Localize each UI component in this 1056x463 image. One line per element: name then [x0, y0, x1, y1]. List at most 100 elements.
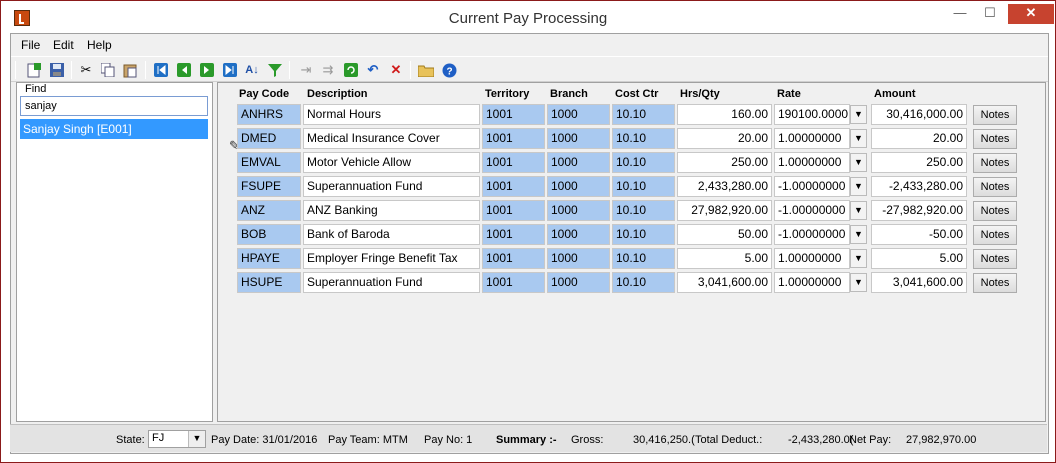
cost-ctr-cell[interactable]: 10.10 — [612, 176, 675, 197]
cost-ctr-cell[interactable]: 10.10 — [612, 104, 675, 125]
rate-dropdown-icon[interactable]: ▼ — [850, 249, 867, 268]
rate-dropdown-icon[interactable]: ▼ — [850, 105, 867, 124]
hrs-qty-cell[interactable]: 20.00 — [677, 128, 772, 149]
amount-cell[interactable]: -27,982,920.00 — [871, 200, 967, 221]
branch-cell[interactable]: 1000 — [547, 272, 610, 293]
amount-cell[interactable]: 250.00 — [871, 152, 967, 173]
save-icon[interactable] — [48, 61, 66, 79]
description-cell[interactable]: Superannuation Fund — [303, 176, 480, 197]
notes-button[interactable]: Notes — [973, 177, 1017, 197]
rate-dropdown-icon[interactable]: ▼ — [850, 177, 867, 196]
amount-cell[interactable]: 30,416,000.00 — [871, 104, 967, 125]
new-record-icon[interactable] — [25, 61, 43, 79]
pay-code-cell[interactable]: HPAYE — [237, 248, 301, 269]
employee-list-item[interactable]: Sanjay Singh [E001] — [20, 119, 208, 139]
amount-cell[interactable]: 5.00 — [871, 248, 967, 269]
first-record-icon[interactable] — [152, 61, 170, 79]
state-dropdown-icon[interactable]: ▼ — [188, 431, 205, 447]
pay-code-cell[interactable]: HSUPE — [237, 272, 301, 293]
col-hrs-qty[interactable]: Hrs/Qty — [680, 88, 720, 100]
territory-cell[interactable]: 1001 — [482, 104, 545, 125]
description-cell[interactable]: Motor Vehicle Allow — [303, 152, 480, 173]
insert-row-icon[interactable]: ⇥ — [297, 61, 315, 79]
territory-cell[interactable]: 1001 — [482, 200, 545, 221]
menu-edit[interactable]: Edit — [53, 38, 74, 52]
territory-cell[interactable]: 1001 — [482, 176, 545, 197]
col-pay-code[interactable]: Pay Code — [239, 88, 289, 100]
rate-dropdown-icon[interactable]: ▼ — [850, 153, 867, 172]
rate-cell[interactable]: -1.00000000 — [774, 176, 850, 197]
notes-button[interactable]: Notes — [973, 153, 1017, 173]
menu-help[interactable]: Help — [87, 38, 112, 52]
rate-dropdown-icon[interactable]: ▼ — [850, 273, 867, 292]
notes-button[interactable]: Notes — [973, 129, 1017, 149]
notes-button[interactable]: Notes — [973, 201, 1017, 221]
description-cell[interactable]: Employer Fringe Benefit Tax — [303, 248, 480, 269]
rate-dropdown-icon[interactable]: ▼ — [850, 129, 867, 148]
pay-code-cell[interactable]: DMED — [237, 128, 301, 149]
territory-cell[interactable]: 1001 — [482, 224, 545, 245]
help-icon[interactable]: ? — [440, 61, 458, 79]
amount-cell[interactable]: 20.00 — [871, 128, 967, 149]
rate-cell[interactable]: 1.00000000 — [774, 128, 850, 149]
hrs-qty-cell[interactable]: 2,433,280.00 — [677, 176, 772, 197]
branch-cell[interactable]: 1000 — [547, 104, 610, 125]
minimize-button[interactable]: — — [947, 4, 973, 24]
col-cost-ctr[interactable]: Cost Ctr — [615, 88, 658, 100]
branch-cell[interactable]: 1000 — [547, 176, 610, 197]
hrs-qty-cell[interactable]: 3,041,600.00 — [677, 272, 772, 293]
branch-cell[interactable]: 1000 — [547, 152, 610, 173]
pay-code-cell[interactable]: ANHRS — [237, 104, 301, 125]
rate-dropdown-icon[interactable]: ▼ — [850, 201, 867, 220]
pay-code-cell[interactable]: BOB — [237, 224, 301, 245]
close-button[interactable]: ✕ — [1008, 4, 1054, 24]
previous-record-icon[interactable] — [175, 61, 193, 79]
next-record-icon[interactable] — [198, 61, 216, 79]
hrs-qty-cell[interactable]: 160.00 — [677, 104, 772, 125]
col-amount[interactable]: Amount — [874, 88, 916, 100]
cost-ctr-cell[interactable]: 10.10 — [612, 128, 675, 149]
amount-cell[interactable]: -2,433,280.00 — [871, 176, 967, 197]
branch-cell[interactable]: 1000 — [547, 224, 610, 245]
rate-cell[interactable]: 1.00000000 — [774, 248, 850, 269]
rate-cell[interactable]: 190100.0000 — [774, 104, 850, 125]
description-cell[interactable]: Superannuation Fund — [303, 272, 480, 293]
rate-dropdown-icon[interactable]: ▼ — [850, 225, 867, 244]
find-input[interactable] — [20, 96, 208, 116]
rate-cell[interactable]: 1.00000000 — [774, 152, 850, 173]
copy-icon[interactable] — [99, 61, 117, 79]
cost-ctr-cell[interactable]: 10.10 — [612, 152, 675, 173]
description-cell[interactable]: Medical Insurance Cover — [303, 128, 480, 149]
hrs-qty-cell[interactable]: 250.00 — [677, 152, 772, 173]
col-branch[interactable]: Branch — [550, 88, 588, 100]
cost-ctr-cell[interactable]: 10.10 — [612, 200, 675, 221]
pay-code-cell[interactable]: ANZ — [237, 200, 301, 221]
branch-cell[interactable]: 1000 — [547, 248, 610, 269]
amount-cell[interactable]: -50.00 — [871, 224, 967, 245]
col-description[interactable]: Description — [307, 88, 368, 100]
cost-ctr-cell[interactable]: 10.10 — [612, 248, 675, 269]
maximize-button[interactable]: ☐ — [977, 4, 1003, 24]
notes-button[interactable]: Notes — [973, 225, 1017, 245]
notes-button[interactable]: Notes — [973, 273, 1017, 293]
filter-icon[interactable] — [266, 61, 284, 79]
col-rate[interactable]: Rate — [777, 88, 801, 100]
col-territory[interactable]: Territory — [485, 88, 529, 100]
open-folder-icon[interactable] — [417, 61, 435, 79]
cut-icon[interactable]: ✂ — [77, 61, 95, 79]
description-cell[interactable]: Bank of Baroda — [303, 224, 480, 245]
rate-cell[interactable]: -1.00000000 — [774, 200, 850, 221]
description-cell[interactable]: ANZ Banking — [303, 200, 480, 221]
delete-icon[interactable]: ✕ — [387, 61, 405, 79]
cost-ctr-cell[interactable]: 10.10 — [612, 224, 675, 245]
notes-button[interactable]: Notes — [973, 249, 1017, 269]
hrs-qty-cell[interactable]: 5.00 — [677, 248, 772, 269]
menu-file[interactable]: File — [21, 38, 40, 52]
territory-cell[interactable]: 1001 — [482, 272, 545, 293]
hrs-qty-cell[interactable]: 27,982,920.00 — [677, 200, 772, 221]
last-record-icon[interactable] — [221, 61, 239, 79]
branch-cell[interactable]: 1000 — [547, 128, 610, 149]
pay-code-cell[interactable]: EMVAL — [237, 152, 301, 173]
territory-cell[interactable]: 1001 — [482, 248, 545, 269]
sort-az-icon[interactable]: A↓ — [243, 61, 261, 79]
